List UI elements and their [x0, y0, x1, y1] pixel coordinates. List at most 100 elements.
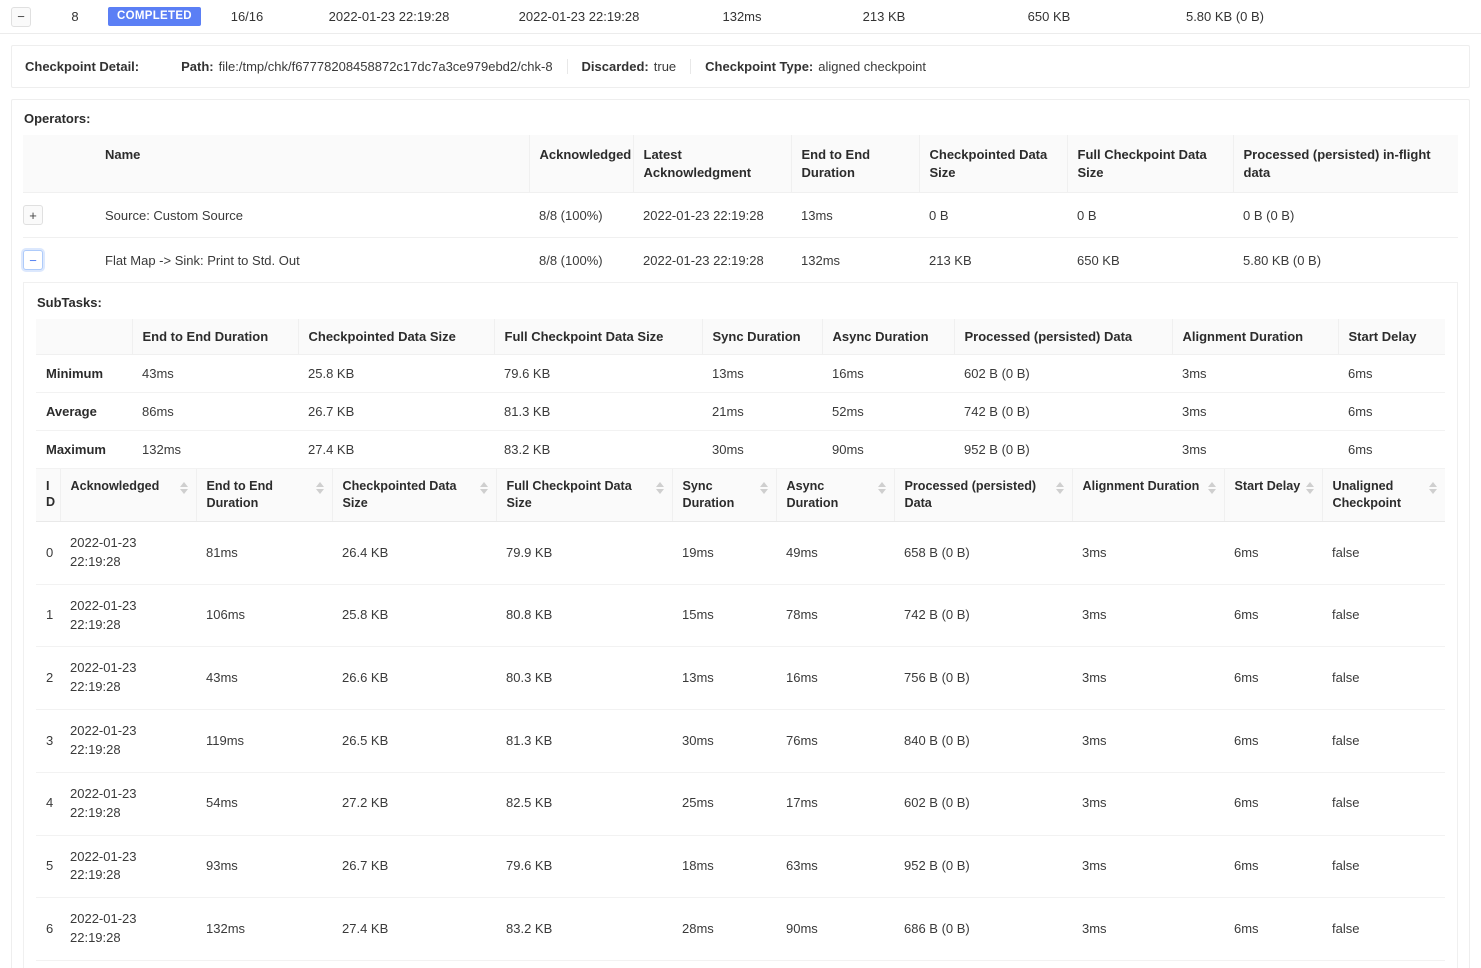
sort-arrows-icon[interactable] [878, 482, 886, 494]
st-col-checkpointed-data-size[interactable]: Checkpointed Data Size [332, 469, 496, 522]
checkpoint-summary-row[interactable]: − 8 COMPLETED 16/16 2022-01-23 22:19:28 … [0, 0, 1481, 34]
stats-average-sync-duration: 21ms [702, 393, 822, 431]
st-col-unaligned-checkpoint[interactable]: Unaligned Checkpoint [1322, 469, 1445, 522]
operator-end-to-end-duration-0: 13ms [791, 193, 919, 238]
plus-icon[interactable]: + [23, 205, 43, 225]
table-row[interactable]: 0 2022-01-23 22:19:28 81ms 26.4 KB 79.9 … [36, 522, 1445, 585]
st-acknowledged-time-6: 22:19:28 [70, 930, 121, 945]
table-row[interactable]: 1 2022-01-23 22:19:28 106ms 25.8 KB 80.8… [36, 584, 1445, 647]
status-badge: COMPLETED [108, 7, 201, 26]
minus-icon[interactable]: − [23, 250, 43, 270]
stats-col-sync-duration: Sync Duration [702, 319, 822, 355]
stats-minimum-checkpointed-data-size: 25.8 KB [298, 355, 494, 393]
st-start-delay-1: 6ms [1224, 584, 1322, 647]
operators-title: Operators: [23, 111, 1458, 135]
st-col-sync-duration[interactable]: Sync Duration [672, 469, 776, 522]
st-acknowledged-time-5: 22:19:28 [70, 867, 121, 882]
st-col-full-checkpoint-data-size[interactable]: Full Checkpoint Data Size [496, 469, 672, 522]
table-row[interactable]: 6 2022-01-23 22:19:28 132ms 27.4 KB 83.2… [36, 898, 1445, 961]
st-col-processed-persisted-data[interactable]: Processed (persisted) Data [894, 469, 1072, 522]
operators-col-full-checkpoint-data-size: Full Checkpoint Data Size [1067, 135, 1233, 193]
stats-average-end-to-end-duration: 86ms [132, 393, 298, 431]
sort-arrows-icon[interactable] [1056, 482, 1064, 494]
operators-header-row: Name Acknowledged Latest Acknowledgment … [23, 135, 1458, 193]
st-acknowledged-date-4: 2022-01-23 [70, 786, 137, 801]
st-acknowledged-date-6: 2022-01-23 [70, 911, 137, 926]
sort-arrows-icon[interactable] [1429, 482, 1437, 494]
summary-full-checkpoint-data-size: 650 KB [958, 9, 1140, 24]
operator-acknowledged-0: 8/8 (100%) [529, 193, 633, 238]
st-id-3: 3 [36, 710, 60, 773]
st-col-async-duration[interactable]: Async Duration [776, 469, 894, 522]
table-row[interactable]: 3 2022-01-23 22:19:28 119ms 26.5 KB 81.3… [36, 710, 1445, 773]
st-end-to-end-duration-6: 132ms [196, 898, 332, 961]
st-async-duration-0: 49ms [776, 522, 894, 585]
stats-maximum-alignment-duration: 3ms [1172, 431, 1338, 469]
operator-processed-persisted-in-flight-0: 0 B (0 B) [1233, 193, 1458, 238]
st-end-to-end-duration-3: 119ms [196, 710, 332, 773]
path-value: file:/tmp/chk/f67778208458872c17dc7a3ce9… [219, 59, 553, 74]
table-row[interactable]: 7 2022-01-23 22:19:28 67ms 26.8 KB 82.7 … [36, 960, 1445, 968]
operator-name-1: Flat Map -> Sink: Print to Std. Out [95, 238, 529, 283]
table-row[interactable]: 5 2022-01-23 22:19:28 93ms 26.7 KB 79.6 … [36, 835, 1445, 898]
table-row[interactable]: 2 2022-01-23 22:19:28 43ms 26.6 KB 80.3 … [36, 647, 1445, 710]
minus-icon[interactable]: − [11, 7, 31, 27]
st-col-checkpointed-data-size-label: Checkpointed Data Size [343, 478, 476, 512]
st-col-end-to-end-duration[interactable]: End to End Duration [196, 469, 332, 522]
st-col-acknowledged[interactable]: Acknowledged [60, 469, 196, 522]
status-badge-cell: COMPLETED [108, 7, 200, 26]
st-id-6: 6 [36, 898, 60, 961]
st-full-checkpoint-data-size-2: 80.3 KB [496, 647, 672, 710]
sort-arrows-icon[interactable] [316, 482, 324, 494]
stats-maximum-async-duration: 90ms [822, 431, 954, 469]
operator-checkpointed-data-size-1: 213 KB [919, 238, 1067, 283]
sort-arrows-icon[interactable] [480, 482, 488, 494]
st-col-start-delay[interactable]: Start Delay [1224, 469, 1322, 522]
operator-name-0: Source: Custom Source [95, 193, 529, 238]
sort-arrows-icon[interactable] [1208, 482, 1216, 494]
st-alignment-duration-1: 3ms [1072, 584, 1224, 647]
sort-arrows-icon[interactable] [180, 482, 188, 494]
sort-arrows-icon[interactable] [760, 482, 768, 494]
checkpoint-detail-label: Checkpoint Detail: [25, 59, 139, 74]
st-alignment-duration-4: 3ms [1072, 772, 1224, 835]
operators-col-processed-persisted-in-flight: Processed (persisted) in-flight data [1233, 135, 1458, 193]
st-col-acknowledged-label: Acknowledged [71, 478, 160, 495]
st-start-delay-0: 6ms [1224, 522, 1322, 585]
path-key: Path: [181, 59, 214, 74]
st-alignment-duration-5: 3ms [1072, 835, 1224, 898]
st-acknowledged-2: 2022-01-23 22:19:28 [60, 647, 196, 710]
st-col-start-delay-label: Start Delay [1235, 478, 1301, 495]
st-full-checkpoint-data-size-6: 83.2 KB [496, 898, 672, 961]
st-acknowledged-time-2: 22:19:28 [70, 679, 121, 694]
operators-col-latest-acknowledgment: Latest Acknowledgment [633, 135, 791, 193]
st-alignment-duration-7: 3ms [1072, 960, 1224, 968]
operators-col-name: Name [95, 135, 529, 193]
table-row[interactable]: − Flat Map -> Sink: Print to Std. Out 8/… [23, 238, 1458, 283]
sort-arrows-icon[interactable] [1306, 482, 1314, 494]
summary-trigger-time: 2022-01-23 22:19:28 [294, 9, 484, 24]
subtasks-detail-header-row: ID Acknowledged End to End Duration [36, 469, 1445, 522]
operator-toggle-cell-1: − [23, 238, 95, 283]
st-full-checkpoint-data-size-1: 80.8 KB [496, 584, 672, 647]
st-acknowledged-date-2: 2022-01-23 [70, 660, 137, 675]
stats-col-alignment-duration: Alignment Duration [1172, 319, 1338, 355]
st-processed-persisted-data-2: 756 B (0 B) [894, 647, 1072, 710]
stats-average-start-delay: 6ms [1338, 393, 1445, 431]
st-checkpointed-data-size-4: 27.2 KB [332, 772, 496, 835]
st-alignment-duration-0: 3ms [1072, 522, 1224, 585]
stats-maximum-start-delay: 6ms [1338, 431, 1445, 469]
st-unaligned-checkpoint-4: false [1322, 772, 1445, 835]
table-row[interactable]: 4 2022-01-23 22:19:28 54ms 27.2 KB 82.5 … [36, 772, 1445, 835]
st-id-5: 5 [36, 835, 60, 898]
operators-table: Name Acknowledged Latest Acknowledgment … [23, 135, 1458, 283]
st-col-alignment-duration[interactable]: Alignment Duration [1072, 469, 1224, 522]
table-row[interactable]: + Source: Custom Source 8/8 (100%) 2022-… [23, 193, 1458, 238]
st-col-id[interactable]: ID [36, 469, 60, 522]
stats-minimum-async-duration: 16ms [822, 355, 954, 393]
st-id-4: 4 [36, 772, 60, 835]
st-id-0: 0 [36, 522, 60, 585]
st-alignment-duration-2: 3ms [1072, 647, 1224, 710]
stats-maximum-sync-duration: 30ms [702, 431, 822, 469]
sort-arrows-icon[interactable] [656, 482, 664, 494]
